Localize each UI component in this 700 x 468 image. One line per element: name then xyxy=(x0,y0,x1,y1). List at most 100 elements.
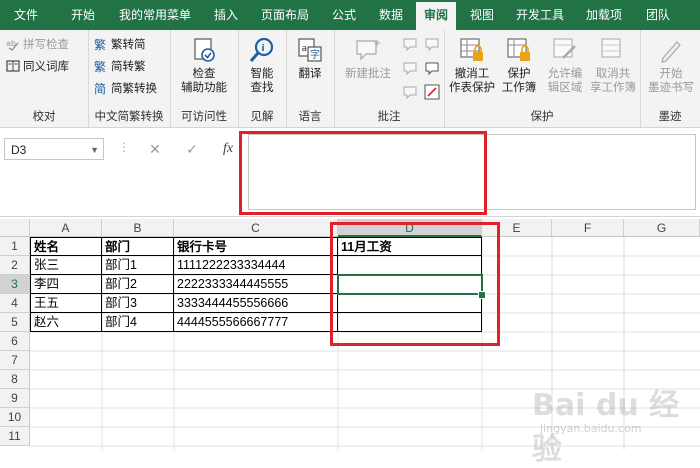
tab-page-layout[interactable]: 页面布局 xyxy=(252,0,318,30)
smart-lookup-button[interactable]: i 智能 查找 xyxy=(242,36,282,95)
unshare-workbook-button[interactable]: 取消共 享工作簿 xyxy=(588,36,638,95)
trad-char-icon: 繁 xyxy=(94,37,106,51)
tab-developer[interactable]: 开发工具 xyxy=(508,0,572,30)
group-label-insights: 见解 xyxy=(250,111,274,123)
tab-review[interactable]: 审阅 xyxy=(416,2,456,30)
show-comment-icon[interactable] xyxy=(424,60,440,76)
workbook-lock-icon xyxy=(507,38,530,61)
tab-formulas[interactable]: 公式 xyxy=(322,0,366,30)
cell-b3[interactable]: 部门2 xyxy=(102,275,174,294)
name-box-value: D3 xyxy=(11,143,27,157)
row-header-9[interactable]: 9 xyxy=(0,389,30,408)
row-header-5[interactable]: 5 xyxy=(0,313,30,332)
trad-to-simp-button[interactable]: 繁繁转简 xyxy=(94,36,146,54)
spell-check-button[interactable]: ab 拼写检查 xyxy=(6,36,69,54)
tab-file[interactable]: 文件 xyxy=(4,0,48,30)
row-header-2[interactable]: 2 xyxy=(0,256,30,275)
column-header-b[interactable]: B xyxy=(102,219,174,237)
group-insights: i 智能 查找 见解 xyxy=(238,30,287,127)
simp-to-trad-button[interactable]: 繁简转繁 xyxy=(94,58,146,76)
group-protect: 撤消工 作表保护 保护 工作簿 允许编 辑区域 取消共 享工作簿 保护 xyxy=(444,30,641,127)
cell-b1[interactable]: 部门 xyxy=(102,237,174,256)
row-header-11[interactable]: 11 xyxy=(0,427,30,446)
accessibility-check-icon xyxy=(194,38,215,62)
row-header-3[interactable]: 3 xyxy=(0,275,30,294)
simp-char-icon: 繁 xyxy=(94,59,106,73)
cell-a3[interactable]: 李四 xyxy=(30,275,102,294)
thesaurus-button[interactable]: 同义词库 xyxy=(6,58,69,76)
cell-b2[interactable]: 部门1 xyxy=(102,256,174,275)
delete-comment-icon[interactable] xyxy=(402,36,418,52)
unprotect-label-2: 作表保护 xyxy=(449,82,495,94)
row-header-6[interactable]: 6 xyxy=(0,332,30,351)
tab-team[interactable]: 团队 xyxy=(636,0,680,30)
tab-favorites[interactable]: 我的常用菜单 xyxy=(110,0,200,30)
protect-label-2: 工作簿 xyxy=(501,82,537,94)
row-header-10[interactable]: 10 xyxy=(0,408,30,427)
baidu-watermark-url: jingyan.baidu.com xyxy=(540,422,642,435)
cell-a5[interactable]: 赵六 xyxy=(30,313,102,332)
select-all-corner[interactable] xyxy=(0,219,30,237)
row-header-4[interactable]: 4 xyxy=(0,294,30,313)
next-comment-icon[interactable] xyxy=(402,60,418,76)
allow-label-1: 允许编 xyxy=(547,68,583,80)
column-header-g[interactable]: G xyxy=(624,219,700,237)
protect-label-1: 保护 xyxy=(507,68,531,80)
svg-text:简: 简 xyxy=(94,82,106,95)
unprotect-sheet-button[interactable]: 撤消工 作表保护 xyxy=(448,36,496,95)
new-comment-label: 新建批注 xyxy=(345,68,391,80)
cell-c4[interactable]: 3333444455556666 xyxy=(174,294,338,313)
tab-insert[interactable]: 插入 xyxy=(204,0,248,30)
new-comment-button[interactable]: + 新建批注 xyxy=(338,36,398,81)
insert-function-button[interactable]: fx xyxy=(216,138,240,160)
tab-view[interactable]: 视图 xyxy=(462,0,502,30)
chevron-down-icon[interactable]: ▼ xyxy=(90,139,99,161)
cell-c3[interactable]: 2222333344445555 xyxy=(174,275,338,294)
row-header-8[interactable]: 8 xyxy=(0,370,30,389)
enter-button[interactable]: ✓ xyxy=(180,138,204,160)
svg-text:字: 字 xyxy=(310,48,320,61)
unshare-icon xyxy=(601,38,621,58)
cell-c2[interactable]: 1111222233334444 xyxy=(174,256,338,275)
spell-check-icon: ab xyxy=(6,39,19,51)
translate-icon: a字 xyxy=(298,38,322,62)
group-label-chinese: 中文简繁转换 xyxy=(94,111,164,123)
row-header-1[interactable]: 1 xyxy=(0,237,30,256)
cell-c1[interactable]: 银行卡号 xyxy=(174,237,338,256)
row-header-7[interactable]: 7 xyxy=(0,351,30,370)
svg-text:a: a xyxy=(302,44,308,54)
previous-comment-icon[interactable] xyxy=(424,36,440,52)
column-header-a[interactable]: A xyxy=(30,219,102,237)
column-header-f[interactable]: F xyxy=(552,219,624,237)
cell-c5[interactable]: 4444555566667777 xyxy=(174,313,338,332)
tab-home[interactable]: 开始 xyxy=(58,0,108,30)
allow-edit-ranges-button[interactable]: 允许编 辑区域 xyxy=(542,36,588,95)
tab-addins[interactable]: 加载项 xyxy=(578,0,630,30)
cancel-button[interactable]: ✕ xyxy=(143,138,167,160)
protect-workbook-button[interactable]: 保护 工作簿 xyxy=(496,36,542,95)
check-accessibility-button[interactable]: 检查 辅助功能 xyxy=(174,36,234,95)
group-accessibility: 检查 辅助功能 可访问性 xyxy=(170,30,239,127)
drag-handle-icon[interactable]: ⋮ xyxy=(118,140,130,154)
group-label-language: 语言 xyxy=(298,111,322,123)
translate-button[interactable]: a字 翻译 xyxy=(290,36,330,81)
highlight-box-formula xyxy=(239,131,487,215)
convert-button[interactable]: 简简繁转换 xyxy=(94,80,157,98)
show-all-comments-icon[interactable] xyxy=(402,84,418,100)
group-proofing: ab 拼写检查 同义词库 校对 xyxy=(0,30,89,127)
show-ink-icon[interactable] xyxy=(424,84,440,100)
column-header-c[interactable]: C xyxy=(174,219,338,237)
cell-a1[interactable]: 姓名 xyxy=(30,237,102,256)
translate-label: 翻译 xyxy=(298,68,322,80)
cell-a2[interactable]: 张三 xyxy=(30,256,102,275)
new-comment-icon: + xyxy=(356,38,381,61)
group-comments: + 新建批注 批注 xyxy=(334,30,445,127)
pen-icon xyxy=(661,41,681,63)
cell-a4[interactable]: 王五 xyxy=(30,294,102,313)
cell-b5[interactable]: 部门4 xyxy=(102,313,174,332)
start-inking-button[interactable]: 开始 墨迹书写 xyxy=(644,36,698,95)
tab-data[interactable]: 数据 xyxy=(370,0,412,30)
name-box[interactable]: D3 ▼ xyxy=(4,138,104,160)
group-language: a字 翻译 语言 xyxy=(286,30,335,127)
cell-b4[interactable]: 部门3 xyxy=(102,294,174,313)
